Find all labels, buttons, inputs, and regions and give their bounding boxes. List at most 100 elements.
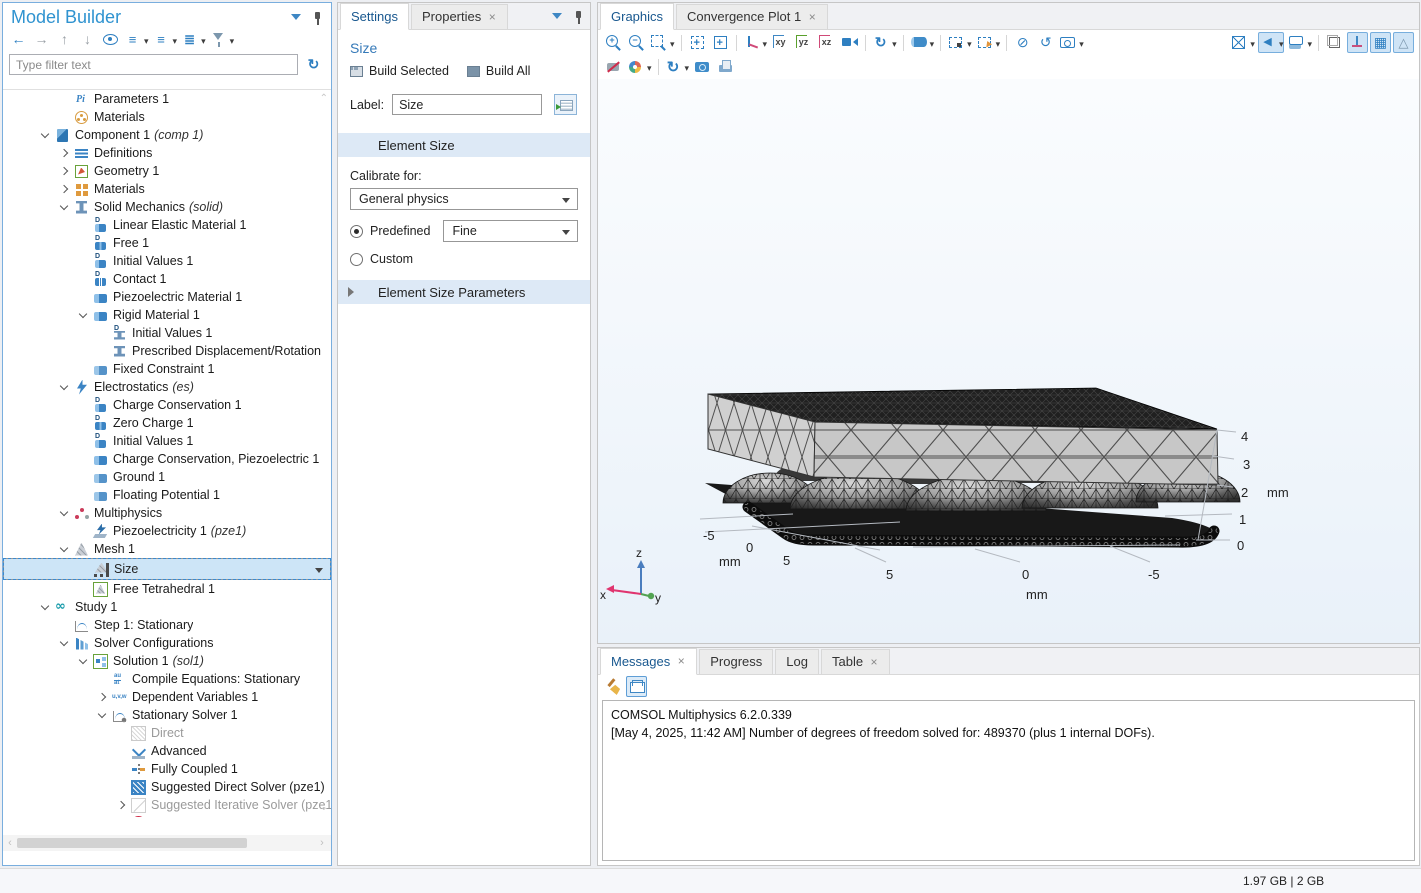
- show-grid-icon[interactable]: ▦: [1370, 32, 1391, 53]
- tree-item-dependent-variables-1[interactable]: Dependent Variables 1: [3, 688, 331, 706]
- tree-expanded-arrow[interactable]: [96, 708, 110, 722]
- show-icon[interactable]: [100, 29, 121, 50]
- tab-messages[interactable]: Messages: [600, 648, 697, 675]
- scroll-right-icon[interactable]: ›: [315, 837, 329, 849]
- tab-graphics[interactable]: Graphics: [600, 3, 674, 30]
- zoom-to-selection-icon[interactable]: [710, 32, 731, 53]
- tab-convergence-plot[interactable]: Convergence Plot 1: [676, 4, 828, 29]
- filter-input[interactable]: [9, 54, 298, 75]
- dropdown-caret-icon[interactable]: [670, 34, 675, 52]
- tree-item-advanced[interactable]: Advanced: [3, 742, 331, 760]
- build-all-button[interactable]: Build All: [467, 64, 530, 78]
- predefined-size-select[interactable]: Fine: [443, 220, 578, 242]
- tree-item-parameters-1[interactable]: Parameters 1: [3, 90, 331, 108]
- tree-item-initial-values-1[interactable]: Initial Values 1: [3, 432, 331, 450]
- tree-item-solver-configurations[interactable]: Solver Configurations: [3, 634, 331, 652]
- panel-menu-icon[interactable]: [291, 14, 301, 25]
- tree-collapsed-arrow[interactable]: [58, 146, 72, 160]
- tab-table[interactable]: Table: [821, 649, 890, 674]
- tree-expanded-arrow[interactable]: [77, 654, 91, 668]
- tree-item-suggested-direct-solver-pze1[interactable]: Suggested Direct Solver (pze1): [3, 778, 331, 796]
- dropdown-caret-icon[interactable]: [647, 58, 652, 76]
- dropdown-caret-icon[interactable]: [967, 34, 972, 52]
- view-unhidden-icon[interactable]: [1058, 32, 1085, 53]
- tree-item-piezoelectric-material-1[interactable]: Piezoelectric Material 1: [3, 288, 331, 306]
- disable-transparency-icon[interactable]: [603, 57, 624, 78]
- expand-all-icon[interactable]: ≡: [123, 29, 150, 50]
- hide-objects-icon[interactable]: ⊘: [1012, 32, 1033, 53]
- custom-radio[interactable]: [350, 253, 363, 266]
- back-icon[interactable]: ←: [8, 29, 29, 50]
- collapse-all-icon[interactable]: ≡: [152, 29, 179, 50]
- tab-progress[interactable]: Progress: [699, 649, 773, 674]
- element-size-section-header[interactable]: Element Size: [338, 133, 590, 157]
- element-size-parameters-header[interactable]: Element Size Parameters: [338, 280, 590, 304]
- tree-item-study-1[interactable]: Study 1: [3, 598, 331, 616]
- select-box-icon[interactable]: [946, 32, 973, 53]
- tree-expanded-arrow[interactable]: [58, 636, 72, 650]
- dropdown-caret-icon[interactable]: [201, 31, 206, 49]
- dropdown-caret-icon[interactable]: [1307, 34, 1312, 52]
- zoom-extents-icon[interactable]: [687, 32, 708, 53]
- create-selection-button[interactable]: [554, 94, 577, 115]
- dropdown-caret-icon[interactable]: [173, 31, 178, 49]
- tree-item-definitions[interactable]: Definitions: [3, 144, 331, 162]
- mesh-plot[interactable]: -5 0 mm 5 5 0 -5 mm 4 3 2 mm 1 0: [598, 79, 1419, 643]
- close-icon[interactable]: [807, 10, 817, 24]
- tab-log[interactable]: Log: [775, 649, 819, 674]
- tree-item-mesh-1[interactable]: Mesh 1: [3, 540, 331, 558]
- deselect-box-icon[interactable]: [975, 32, 1002, 53]
- model-tree-node-text-icon[interactable]: ≣: [180, 29, 207, 50]
- tree-collapsed-arrow[interactable]: [58, 182, 72, 196]
- horizontal-scrollbar[interactable]: ‹ ›: [3, 835, 331, 851]
- panel-menu-icon[interactable]: [552, 13, 562, 24]
- environment-icon[interactable]: [1286, 32, 1313, 53]
- rotate-icon[interactable]: ↻: [871, 32, 898, 53]
- forward-icon[interactable]: →: [31, 29, 52, 50]
- tree-item-ground-1[interactable]: Ground 1: [3, 468, 331, 486]
- environment-reflections-icon[interactable]: ↻: [664, 57, 691, 78]
- filter-icon[interactable]: [209, 29, 236, 50]
- dropdown-caret-icon[interactable]: [685, 58, 690, 76]
- tree-item-fixed-constraint-1[interactable]: Fixed Constraint 1: [3, 360, 331, 378]
- tree-expanded-arrow[interactable]: [39, 600, 53, 614]
- predefined-radio[interactable]: [350, 225, 363, 238]
- pin-icon[interactable]: [572, 10, 584, 24]
- graphics-plot-area[interactable]: -5 0 mm 5 5 0 -5 mm 4 3 2 mm 1 0: [598, 79, 1419, 643]
- zoom-out-icon[interactable]: [626, 32, 647, 53]
- camera-view-icon[interactable]: [839, 32, 860, 53]
- tree-collapsed-arrow[interactable]: [96, 690, 110, 704]
- tree-item-materials[interactable]: Materials: [3, 108, 331, 126]
- view-xy-plane-icon[interactable]: xy: [770, 32, 791, 53]
- tree-item-floating-potential-1[interactable]: Floating Potential 1: [3, 486, 331, 504]
- snapshot-icon[interactable]: [692, 57, 713, 78]
- view-axis-icon[interactable]: [742, 32, 769, 53]
- tree-item-free-tetrahedral-1[interactable]: Free Tetrahedral 1: [3, 580, 331, 598]
- tree-item-solution-1[interactable]: Solution 1(sol1): [3, 652, 331, 670]
- view-yz-plane-icon[interactable]: yz: [793, 32, 814, 53]
- tree-item-multiphysics[interactable]: Multiphysics: [3, 504, 331, 522]
- zoom-box-icon[interactable]: [649, 32, 676, 53]
- clear-messages-icon[interactable]: [603, 676, 624, 697]
- dropdown-caret-icon[interactable]: [144, 31, 149, 49]
- label-input[interactable]: [392, 94, 542, 115]
- tab-properties[interactable]: Properties: [411, 4, 508, 29]
- refresh-icon[interactable]: ↻: [303, 54, 324, 75]
- tree-item-rigid-material-1[interactable]: Rigid Material 1: [3, 306, 331, 324]
- tree-item-compile-equations-stationary[interactable]: Compile Equations: Stationary: [3, 670, 331, 688]
- tree-item-contact-1[interactable]: Contact 1: [3, 270, 331, 288]
- close-icon[interactable]: [487, 10, 497, 24]
- show-axis-orientation-icon[interactable]: [1347, 32, 1368, 53]
- tree-item-step-1-stationary[interactable]: Step 1: Stationary: [3, 616, 331, 634]
- tree-item-size[interactable]: Size: [3, 558, 331, 580]
- scene-view-icon[interactable]: [909, 32, 936, 53]
- tree-item-error-1[interactable]: Error 1: [3, 814, 331, 817]
- calibrate-for-select[interactable]: General physics: [350, 188, 578, 210]
- dropdown-caret-icon[interactable]: [1250, 34, 1255, 52]
- tree-collapsed-arrow[interactable]: [115, 798, 129, 812]
- tree-item-charge-conservation-1[interactable]: Charge Conservation 1: [3, 396, 331, 414]
- dropdown-caret-icon[interactable]: [996, 34, 1001, 52]
- tree-item-geometry-1[interactable]: Geometry 1: [3, 162, 331, 180]
- tree-item-prescribed-displacement-rotation[interactable]: Prescribed Displacement/Rotation: [3, 342, 331, 360]
- tree-item-charge-conservation-piezoelectric-1[interactable]: Charge Conservation, Piezoelectric 1: [3, 450, 331, 468]
